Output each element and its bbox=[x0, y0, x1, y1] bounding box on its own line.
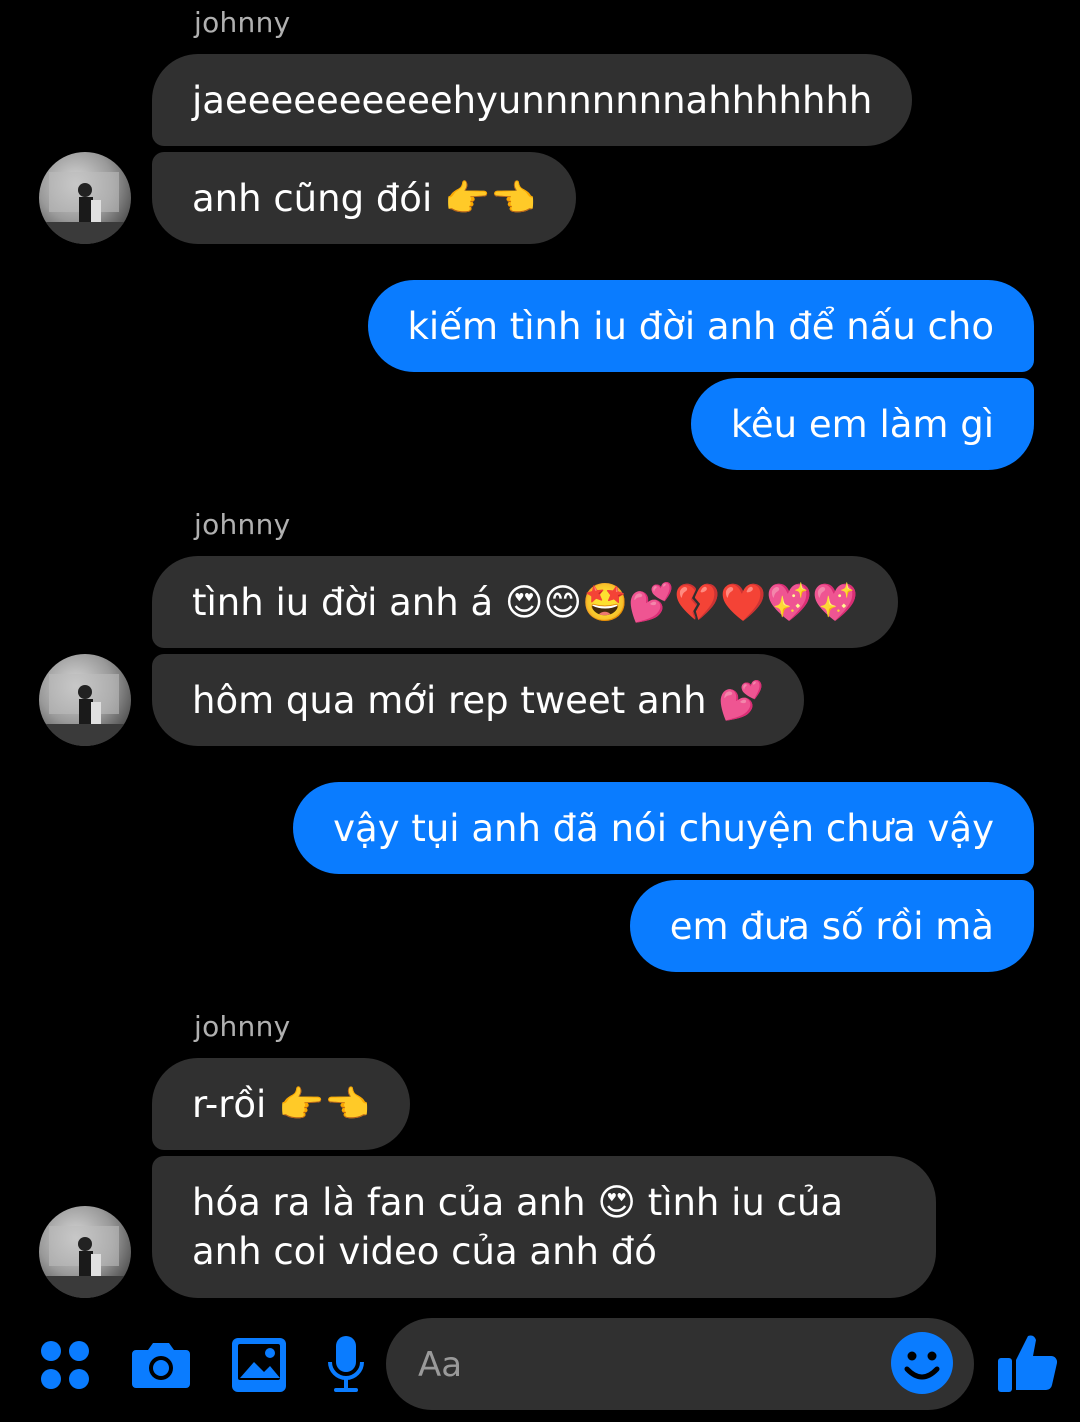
sender-name: johnny bbox=[194, 6, 291, 39]
sender-name: johnny bbox=[194, 508, 291, 541]
incoming-message[interactable]: jaeeeeeeeeeehyunnnnnnnahhhhhhh bbox=[152, 54, 913, 146]
camera-icon[interactable] bbox=[130, 1336, 192, 1396]
incoming-message[interactable]: hôm qua mới rep tweet anh 💕 bbox=[152, 654, 805, 746]
outgoing-message[interactable]: em đưa số rồi mà bbox=[629, 880, 1034, 972]
outgoing-message[interactable]: kêu em làm gì bbox=[690, 378, 1034, 470]
composer-bar bbox=[0, 1316, 1080, 1422]
apps-grid-icon[interactable] bbox=[38, 1338, 94, 1398]
outgoing-message[interactable]: vậy tụi anh đã nói chuyện chưa vậy bbox=[293, 782, 1034, 874]
message-input[interactable] bbox=[416, 1318, 890, 1412]
sender-name: johnny bbox=[194, 1010, 291, 1043]
incoming-message[interactable]: tình iu đời anh á 😍😊🤩💕💔❤️💖💖 bbox=[152, 556, 899, 648]
incoming-message[interactable]: hóa ra là fan của anh 😍 tình iu của anh … bbox=[152, 1156, 936, 1298]
outgoing-message[interactable]: kiếm tình iu đời anh để nấu cho bbox=[367, 280, 1034, 372]
incoming-message[interactable]: anh cũng đói 👉👈 bbox=[152, 152, 577, 244]
microphone-icon[interactable] bbox=[326, 1334, 366, 1400]
avatar[interactable] bbox=[39, 654, 131, 746]
like-thumbs-up-icon[interactable] bbox=[996, 1332, 1060, 1398]
avatar-photo-icon bbox=[39, 1226, 131, 1298]
gallery-icon[interactable] bbox=[230, 1336, 288, 1398]
avatar-photo-icon bbox=[39, 172, 131, 244]
avatar-photo-icon bbox=[39, 674, 131, 746]
incoming-message[interactable]: r-rồi 👉👈 bbox=[152, 1058, 411, 1150]
avatar[interactable] bbox=[39, 1206, 131, 1298]
message-composer[interactable] bbox=[386, 1318, 974, 1412]
avatar[interactable] bbox=[39, 152, 131, 244]
emoji-icon[interactable] bbox=[890, 1331, 954, 1399]
